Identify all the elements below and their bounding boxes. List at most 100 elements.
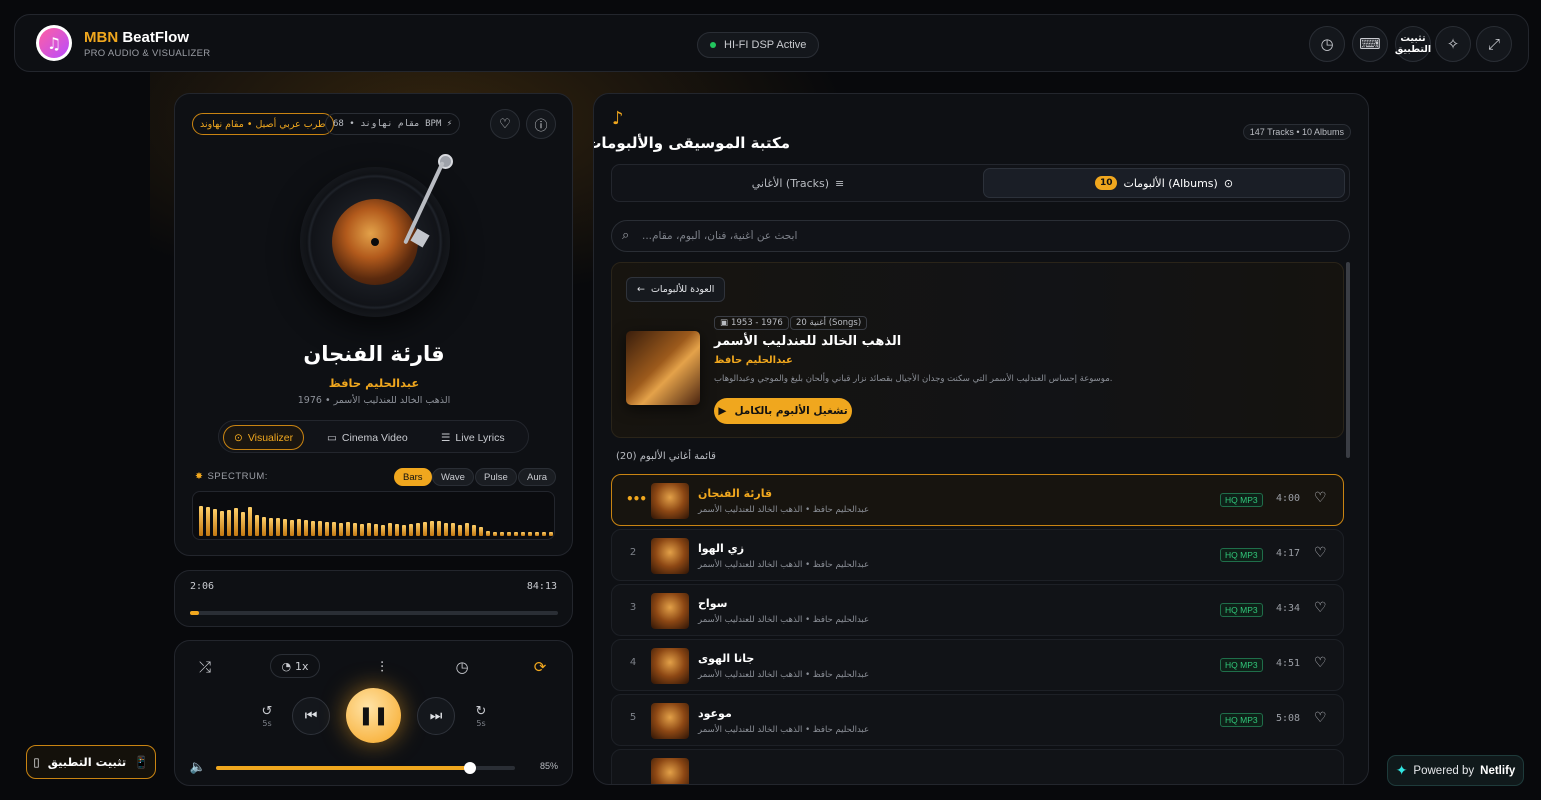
spectrum-pulse-button[interactable]: Pulse [475,468,517,486]
spectrum-bar [514,532,518,536]
heart-icon[interactable]: ♡ [1314,655,1327,671]
albums-count-badge: 10 [1094,176,1118,190]
spectrum-aura-button[interactable]: Aura [518,468,557,486]
spectrum-bar [388,523,392,536]
track-subtitle: عبدالحليم حافظ • الذهب الخالد للعندليب ا… [698,505,870,515]
play-album-label: تشغيل الألبوم بالكامل [734,405,848,417]
scrollbar-thumb[interactable] [1346,262,1350,458]
netlify-badge[interactable]: ✦ Powered by Netlify [1387,755,1524,786]
seek-bar[interactable] [190,611,558,615]
rewind-label: 5s [262,719,272,728]
top-bar: ♫ MBN BeatFlow PRO AUDIO & VISUALIZER HI… [14,14,1529,72]
controls-card: ⤮ ◔ 1x ⫶ ◷ ⟳ ↺ 5s ⏮ ❚❚ ⏭ ↻ 5s 🔈 85% [174,640,573,786]
spectrum-bar [269,518,273,536]
favorite-button[interactable]: ♡ [490,109,520,139]
track-cover [651,483,689,519]
volume-slider[interactable] [216,762,515,774]
equalizer-button[interactable]: ⫶ [370,655,394,679]
forward-5s-button[interactable]: ↻ 5s [471,701,491,731]
install-app-fab[interactable]: ▯ تثبيت التطبيق 📱 [26,745,156,779]
mode-live-lyrics[interactable]: ☰ Live Lyrics [431,425,515,450]
clock-icon: ◷ [1320,35,1334,53]
bpm-badge: مقام نهاوند • 68 BPM ⚡ [325,113,461,135]
album-artist: عبدالحليم حافظ [714,355,793,366]
back-to-albums-button[interactable]: ← العودة للألبومات [626,277,726,302]
shuffle-button[interactable]: ⤮ [193,655,217,679]
phone-icon: ▯ [33,755,40,769]
previous-track-button[interactable]: ⏮ [292,697,330,735]
heart-icon[interactable]: ♡ [1314,710,1327,726]
heart-icon[interactable]: ♡ [1314,545,1327,561]
spectrum-bars-button[interactable]: Bars [394,468,432,486]
quality-badge: HQ MP3 [1220,493,1263,507]
clock-icon: ◷ [455,658,469,676]
mode-visualizer[interactable]: ⊙ Visualizer [223,425,305,450]
track-row[interactable]: 3 سواح عبدالحليم حافظ • الذهب الخالد للع… [611,584,1344,636]
history-button[interactable]: ◷ [1309,26,1345,62]
play-pause-button[interactable]: ❚❚ [346,688,401,743]
spectrum-bar [472,525,476,536]
mode-cinema-video[interactable]: ▭ Cinema Video [317,425,418,450]
genre-tag: طرب عربي أصيل • مقام نهاوند [192,113,334,135]
song-title: قارئة الفنجان [303,342,445,366]
more-options-icon[interactable]: ••• [626,492,647,506]
track-row-partial[interactable] [611,749,1344,784]
heart-icon: ♡ [499,116,511,132]
keyboard-shortcuts-button[interactable]: ⌨ [1352,26,1388,62]
spectrum-bar [297,519,301,536]
track-duration: 4:34 [1276,603,1301,614]
spectrum-bar [213,509,217,536]
spectrum-bar [304,520,308,536]
rewind-5s-button[interactable]: ↺ 5s [257,701,277,731]
next-track-button[interactable]: ⏭ [417,697,455,735]
spectrum-bar [507,532,511,536]
play-icon: ▶ [718,405,727,417]
install-app-button[interactable]: تثبيت التطبيق [1395,26,1431,62]
spectrum-wave-button[interactable]: Wave [432,468,474,486]
track-row[interactable]: 4 جانا الهوى عبدالحليم حافظ • الذهب الخا… [611,639,1344,691]
sleep-timer-button[interactable]: ◷ [450,655,474,679]
track-duration: 4:51 [1276,658,1301,669]
forward-icon: ↻ [475,704,487,719]
search-input[interactable] [642,221,1332,251]
library-card: ♪ مكتبة الموسيقى والألبومات 147 Tracks •… [593,93,1369,785]
playback-speed-button[interactable]: ◔ 1x [270,654,320,678]
album-name: الذهب الخالد للعندليب الأسمر [714,334,902,349]
spectrum-bar [311,521,315,536]
track-title: جانا الهوى [698,652,755,665]
effects-button[interactable]: ✧ [1435,26,1471,62]
info-button[interactable]: ⓘ [526,109,556,139]
repeat-icon: ⟳ [533,658,547,676]
volume-knob[interactable] [464,762,477,774]
track-row[interactable]: ••• قارئة الفنجان عبدالحليم حافظ • الذهب… [611,474,1344,526]
tab-tracks[interactable]: الأغاني (Tracks) ≡ [616,168,980,198]
tab-albums[interactable]: 10 الألبومات (Albums) ⊙ [983,168,1345,198]
back-to-albums-label: العودة للألبومات [650,284,715,295]
expand-icon: ⤢ [1487,35,1500,53]
track-title: زي الهوا [698,542,745,555]
disc-icon: ⊙ [1223,176,1234,190]
track-number: 2 [629,547,637,558]
heart-icon[interactable]: ♡ [1314,490,1327,506]
song-artist: عبدالحليم حافظ [328,376,420,390]
track-subtitle: عبدالحليم حافظ • الذهب الخالد للعندليب ا… [698,670,870,680]
spectrum-bar [325,522,329,536]
play-album-button[interactable]: ▶ تشغيل الألبوم بالكامل [714,398,852,424]
quality-badge: HQ MP3 [1220,548,1263,562]
album-description: موسوعة إحساس العندليب الأسمر التي سكنت و… [714,374,1113,384]
track-row[interactable]: 2 زي الهوا عبدالحليم حافظ • الذهب الخالد… [611,529,1344,581]
track-duration: 4:00 [1276,493,1301,504]
heart-icon[interactable]: ♡ [1314,600,1327,616]
speaker-icon: 🔈 [189,759,207,775]
fullscreen-button[interactable]: ⤢ [1476,26,1512,62]
volume-button[interactable]: 🔈 [189,758,207,776]
track-duration: 5:08 [1276,713,1301,724]
repeat-button[interactable]: ⟳ [528,655,552,679]
spectrum-bar [332,522,336,536]
track-row[interactable]: 5 موعود عبدالحليم حافظ • الذهب الخالد لل… [611,694,1344,746]
search-icon: ⌕ [622,228,630,243]
spectrum-bar [528,532,532,536]
library-tabs: الأغاني (Tracks) ≡ 10 الألبومات (Albums) ⊙ [611,164,1350,202]
quality-badge: HQ MP3 [1220,658,1263,672]
tab-albums-label: الألبومات (Albums) [1123,176,1218,190]
